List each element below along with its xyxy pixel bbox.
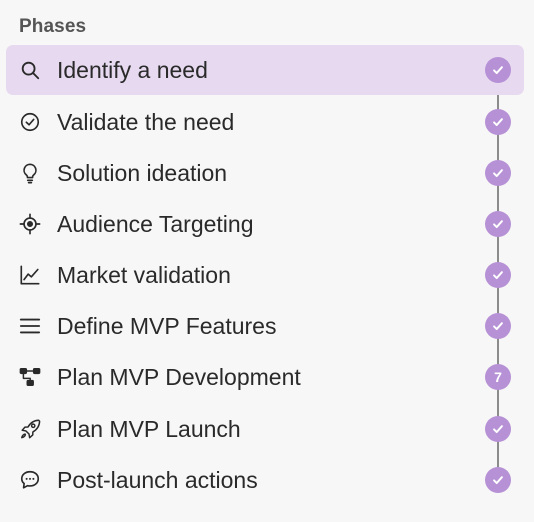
phase-item-validate-the-need[interactable]: Validate the need: [6, 97, 524, 147]
phase-item-post-launch-actions[interactable]: Post-launch actions: [6, 455, 524, 505]
step-count-badge: 7: [485, 364, 511, 390]
complete-check-icon: [485, 262, 511, 288]
phase-item-plan-mvp-development[interactable]: Plan MVP Development 7: [6, 352, 524, 402]
phase-label: Plan MVP Launch: [57, 416, 241, 442]
phase-label: Define MVP Features: [57, 313, 277, 339]
phase-item-market-validation[interactable]: Market validation: [6, 250, 524, 300]
line-chart-icon: [19, 264, 41, 286]
chat-bubble-icon: [19, 469, 41, 491]
phase-label: Audience Targeting: [57, 211, 254, 237]
lightbulb-icon: [19, 162, 41, 184]
phase-item-identify-a-need[interactable]: Identify a need: [6, 45, 524, 95]
complete-check-icon: [485, 416, 511, 442]
phase-item-plan-mvp-launch[interactable]: Plan MVP Launch: [6, 404, 524, 454]
phase-list: Identify a need Validate the need Soluti…: [0, 0, 534, 522]
list-icon: [19, 315, 41, 337]
complete-check-icon: [485, 109, 511, 135]
hierarchy-icon: [19, 366, 41, 388]
complete-check-icon: [485, 57, 511, 83]
search-icon: [19, 59, 41, 81]
phase-label: Post-launch actions: [57, 467, 258, 493]
rocket-icon: [19, 418, 41, 440]
phase-item-define-mvp-features[interactable]: Define MVP Features: [6, 301, 524, 351]
complete-check-icon: [485, 160, 511, 186]
complete-check-icon: [485, 313, 511, 339]
phase-label: Solution ideation: [57, 160, 228, 186]
check-circle-icon: [19, 111, 41, 133]
target-icon: [19, 213, 41, 235]
phase-label: Validate the need: [57, 109, 235, 135]
phase-item-solution-ideation[interactable]: Solution ideation: [6, 148, 524, 198]
phases-panel: Phases Identify a need Validate the need: [0, 0, 534, 522]
complete-check-icon: [485, 211, 511, 237]
complete-check-icon: [485, 467, 511, 493]
phase-label: Identify a need: [57, 57, 208, 83]
phase-label: Market validation: [57, 262, 231, 288]
phase-label: Plan MVP Development: [57, 364, 301, 390]
phase-item-audience-targeting[interactable]: Audience Targeting: [6, 199, 524, 249]
